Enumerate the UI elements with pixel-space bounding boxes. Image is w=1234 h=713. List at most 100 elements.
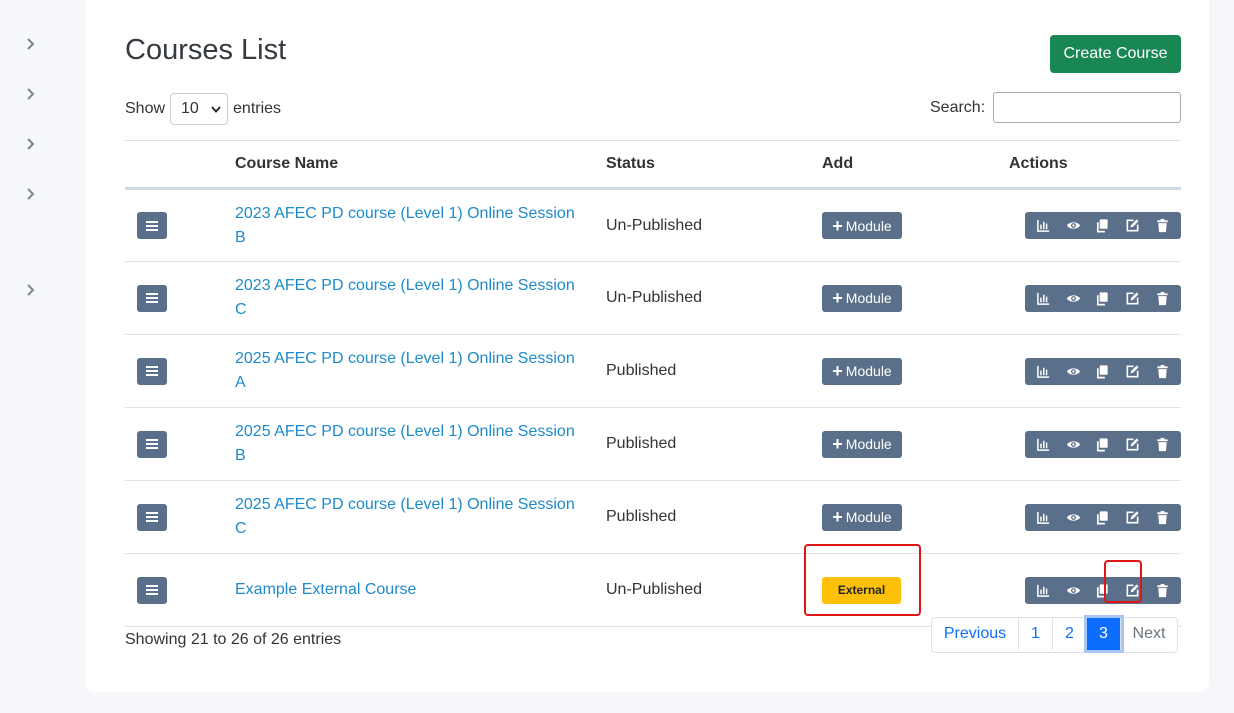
plus-icon: + [832, 361, 843, 381]
actions-cell [1009, 553, 1181, 627]
row-actions [1025, 430, 1181, 458]
add-module-button[interactable]: + Module [822, 284, 902, 312]
plus-icon: + [832, 215, 843, 236]
copy-icon[interactable] [1092, 433, 1114, 455]
copy-icon[interactable] [1092, 360, 1114, 382]
add-cell: + Module [822, 188, 1009, 262]
eye-icon[interactable] [1062, 506, 1084, 528]
chart-icon[interactable] [1033, 215, 1055, 237]
pagination-next[interactable]: Next [1121, 618, 1177, 650]
trash-icon[interactable] [1151, 287, 1173, 309]
course-name-link[interactable]: 2023 AFEC PD course (Level 1) Online Ses… [235, 202, 606, 250]
chevron-right-icon[interactable] [24, 283, 38, 297]
course-name-line1: 2025 AFEC PD course (Level 1) Online Ses… [235, 496, 575, 513]
chevron-down-icon [211, 105, 221, 113]
eye-icon[interactable] [1062, 433, 1084, 455]
add-module-button[interactable]: + Module [822, 503, 902, 531]
add-module-button[interactable]: + Module [822, 357, 902, 385]
add-module-button[interactable]: + Module [822, 430, 902, 458]
course-name-cell: 2023 AFEC PD course (Level 1) Online Ses… [235, 261, 606, 335]
copy-icon[interactable] [1092, 506, 1114, 528]
chart-icon[interactable] [1033, 506, 1055, 528]
course-name-link[interactable]: 2025 AFEC PD course (Level 1) Online Ses… [235, 493, 606, 541]
drag-cell [125, 407, 235, 481]
search-input[interactable] [993, 92, 1182, 123]
table-row: 2023 AFEC PD course (Level 1) Online Ses… [125, 261, 1181, 335]
drag-cell [125, 261, 235, 335]
entries-per-page-select[interactable]: 10 [170, 93, 229, 125]
reorder-menu-icon[interactable] [137, 430, 167, 458]
pagination-previous[interactable]: Previous [932, 618, 1019, 650]
trash-icon[interactable] [1151, 433, 1173, 455]
course-name-link[interactable]: Example External Course [235, 578, 606, 602]
status-cell: Published [606, 407, 822, 481]
status-cell: Un-Published [606, 553, 822, 627]
reorder-menu-icon[interactable] [137, 284, 167, 312]
reorder-menu-icon[interactable] [137, 503, 167, 531]
add-module-button[interactable]: + Module [822, 212, 902, 239]
trash-icon[interactable] [1151, 579, 1173, 601]
edit-icon[interactable] [1122, 433, 1144, 455]
eye-icon[interactable] [1062, 287, 1084, 309]
pagination-page-3[interactable]: 3 [1087, 618, 1121, 650]
course-name-line2: A [235, 374, 246, 391]
add-cell: + Module [822, 261, 1009, 335]
highlight-edit-box [1104, 560, 1142, 603]
chart-icon[interactable] [1033, 579, 1055, 601]
table-row: 2025 AFEC PD course (Level 1) Online Ses… [125, 407, 1181, 481]
row-actions [1025, 212, 1181, 239]
eye-icon[interactable] [1062, 579, 1084, 601]
edit-icon[interactable] [1122, 287, 1144, 309]
course-name-line1: 2025 AFEC PD course (Level 1) Online Ses… [235, 423, 575, 440]
search-label: Search: [930, 98, 986, 116]
entries-label: entries [233, 100, 282, 117]
edit-icon[interactable] [1122, 506, 1144, 528]
row-actions [1025, 503, 1181, 531]
chevron-right-icon[interactable] [24, 37, 38, 51]
table-header-row: Course Name Status Add Actions [125, 140, 1181, 190]
entries-per-page-value: 10 [181, 100, 199, 117]
copy-icon[interactable] [1092, 215, 1114, 237]
eye-icon[interactable] [1062, 215, 1084, 237]
chevron-right-icon[interactable] [24, 187, 38, 201]
table-row: 2025 AFEC PD course (Level 1) Online Ses… [125, 334, 1181, 408]
highlight-external-box [804, 544, 921, 616]
chevron-right-icon[interactable] [24, 87, 38, 101]
course-name-link[interactable]: 2025 AFEC PD course (Level 1) Online Ses… [235, 347, 606, 395]
reorder-menu-icon[interactable] [137, 357, 167, 385]
drag-cell [125, 553, 235, 627]
trash-icon[interactable] [1151, 506, 1173, 528]
chart-icon[interactable] [1033, 360, 1055, 382]
status-text: Published [606, 508, 677, 525]
trash-icon[interactable] [1151, 360, 1173, 382]
course-name-cell: 2025 AFEC PD course (Level 1) Online Ses… [235, 407, 606, 481]
reorder-menu-icon[interactable] [137, 576, 167, 604]
header-status[interactable]: Status [606, 140, 822, 190]
pagination-page-1[interactable]: 1 [1019, 618, 1053, 650]
drag-cell [125, 480, 235, 554]
create-course-button[interactable]: Create Course [1050, 35, 1181, 73]
course-name-line2: B [235, 447, 246, 464]
reorder-menu-icon[interactable] [137, 212, 167, 239]
header-course-name[interactable]: Course Name [235, 140, 606, 190]
entries-length-control: Show 10 entries [125, 92, 281, 126]
chart-icon[interactable] [1033, 287, 1055, 309]
course-name-cell: 2025 AFEC PD course (Level 1) Online Ses… [235, 334, 606, 408]
trash-icon[interactable] [1151, 215, 1173, 237]
chevron-right-icon[interactable] [24, 137, 38, 151]
course-name-link[interactable]: 2025 AFEC PD course (Level 1) Online Ses… [235, 420, 606, 468]
pagination-page-2[interactable]: 2 [1053, 618, 1087, 650]
edit-icon[interactable] [1122, 360, 1144, 382]
eye-icon[interactable] [1062, 360, 1084, 382]
actions-cell [1009, 334, 1181, 408]
add-module-label: Module [845, 217, 892, 234]
course-name-line1: Example External Course [235, 581, 417, 598]
status-cell: Published [606, 334, 822, 408]
actions-cell [1009, 407, 1181, 481]
plus-icon: + [832, 288, 843, 308]
chart-icon[interactable] [1033, 433, 1055, 455]
copy-icon[interactable] [1092, 287, 1114, 309]
table-row: 2025 AFEC PD course (Level 1) Online Ses… [125, 480, 1181, 554]
course-name-link[interactable]: 2023 AFEC PD course (Level 1) Online Ses… [235, 274, 606, 322]
edit-icon[interactable] [1122, 215, 1144, 237]
